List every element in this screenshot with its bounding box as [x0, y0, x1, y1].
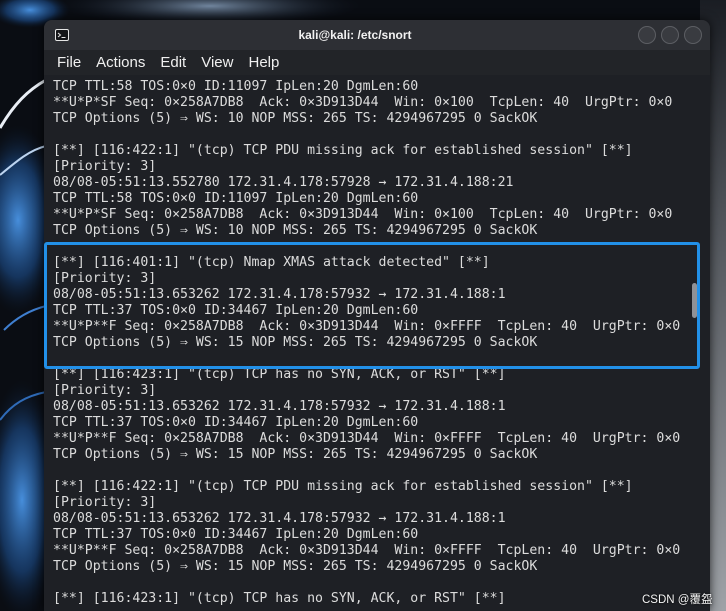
- terminal-line: [**] [116:401:1] "(tcp) Nmap XMAS attack…: [53, 255, 490, 270]
- terminal-output[interactable]: TCP TTL:58 TOS:0×0 ID:11097 IpLen:20 Dgm…: [53, 79, 693, 611]
- window-title: kali@kali: /etc/snort: [298, 28, 412, 42]
- terminal-line: **U*P*SF Seq: 0×258A7DB8 Ack: 0×3D913D44…: [53, 207, 673, 222]
- terminal-line: **U*P**F Seq: 0×258A7DB8 Ack: 0×3D913D44…: [53, 431, 681, 446]
- terminal-line: 08/08-05:51:13.552780 172.31.4.178:57928…: [53, 175, 514, 190]
- menu-file[interactable]: File: [57, 54, 81, 71]
- menu-view[interactable]: View: [201, 54, 233, 71]
- menu-bar: File Actions Edit View Help: [44, 50, 710, 75]
- terminal-line: TCP Options (5) ⇒ WS: 15 NOP MSS: 265 TS…: [53, 335, 538, 350]
- terminal-line: TCP TTL:37 TOS:0×0 ID:34467 IpLen:20 Dgm…: [53, 527, 419, 542]
- terminal-line: 08/08-05:51:13.653262 172.31.4.178:57932…: [53, 511, 506, 526]
- terminal-line: **U*P**F Seq: 0×258A7DB8 Ack: 0×3D913D44…: [53, 319, 681, 334]
- terminal-line: TCP Options (5) ⇒ WS: 15 NOP MSS: 265 TS…: [53, 447, 538, 462]
- terminal-line: 08/08-05:51:13.653262 172.31.4.178:57932…: [53, 287, 506, 302]
- close-button[interactable]: [684, 26, 702, 44]
- terminal-line: **U*P**F Seq: 0×258A7DB8 Ack: 0×3D913D44…: [53, 543, 681, 558]
- watermark: CSDN @覆盌: [642, 594, 713, 606]
- terminal-line: [**] [116:422:1] "(tcp) TCP PDU missing …: [53, 143, 633, 158]
- maximize-button[interactable]: [661, 26, 679, 44]
- terminal-line: [**] [116:423:1] "(tcp) TCP has no SYN, …: [53, 591, 506, 606]
- terminal-line: TCP TTL:37 TOS:0×0 ID:34467 IpLen:20 Dgm…: [53, 415, 419, 430]
- terminal-line: [**] [116:423:1] "(tcp) TCP has no SYN, …: [53, 367, 506, 382]
- terminal-line: [Priority: 3]: [53, 383, 157, 398]
- terminal-line: [Priority: 3]: [53, 495, 157, 510]
- terminal-line: [Priority: 3]: [53, 271, 157, 286]
- terminal-line: **U*P*SF Seq: 0×258A7DB8 Ack: 0×3D913D44…: [53, 95, 673, 110]
- terminal-line: [**] [116:422:1] "(tcp) TCP PDU missing …: [53, 479, 633, 494]
- terminal-line: TCP Options (5) ⇒ WS: 15 NOP MSS: 265 TS…: [53, 559, 538, 574]
- minimize-button[interactable]: [638, 26, 656, 44]
- menu-help[interactable]: Help: [248, 54, 279, 71]
- terminal-line: TCP Options (5) ⇒ WS: 10 NOP MSS: 265 TS…: [53, 223, 538, 238]
- scrollbar-thumb[interactable]: [692, 282, 697, 318]
- menu-edit[interactable]: Edit: [160, 54, 186, 71]
- terminal-line: [Priority: 3]: [53, 159, 157, 174]
- terminal-line: TCP TTL:58 TOS:0×0 ID:11097 IpLen:20 Dgm…: [53, 79, 419, 94]
- terminal-line: TCP TTL:58 TOS:0×0 ID:11097 IpLen:20 Dgm…: [53, 191, 419, 206]
- terminal-line: TCP TTL:37 TOS:0×0 ID:34467 IpLen:20 Dgm…: [53, 303, 419, 318]
- terminal-icon[interactable]: [55, 29, 69, 41]
- terminal-line: TCP Options (5) ⇒ WS: 10 NOP MSS: 265 TS…: [53, 111, 538, 126]
- terminal-window: kali@kali: /etc/snort File Actions Edit …: [44, 20, 710, 611]
- terminal-line: 08/08-05:51:13.653262 172.31.4.178:57932…: [53, 399, 506, 414]
- menu-actions[interactable]: Actions: [96, 54, 145, 71]
- title-bar[interactable]: kali@kali: /etc/snort: [44, 20, 710, 50]
